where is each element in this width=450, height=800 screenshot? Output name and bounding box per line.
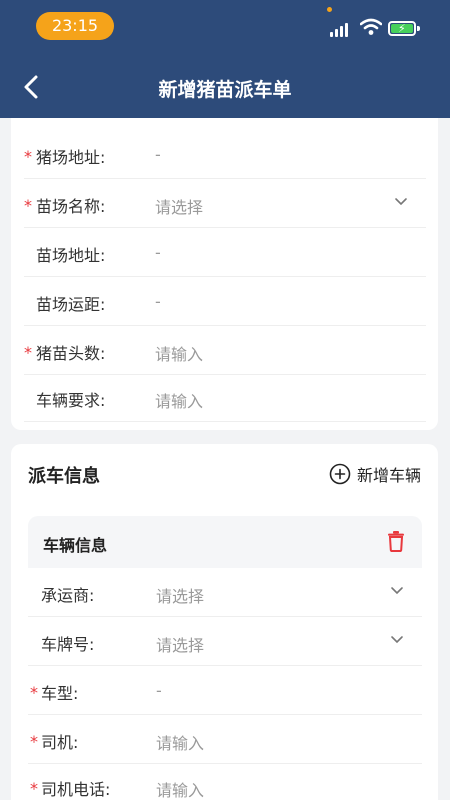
form-row-nursery-distance: 苗场运距: -	[24, 277, 426, 326]
trash-icon[interactable]	[387, 530, 405, 552]
order-form-card: * 猪场地址: - * 苗场名称: 请选择 苗场地址: - 苗场运距: - * …	[11, 118, 438, 430]
status-time: 23:15	[36, 12, 114, 40]
required-mark: *	[24, 196, 32, 215]
carrier-select[interactable]: 请选择	[156, 583, 204, 607]
field-label: 司机:	[41, 733, 79, 752]
field-label: 车牌号:	[41, 635, 95, 654]
field-label: 司机电话:	[41, 780, 111, 799]
field-label: 苗场运距:	[36, 295, 106, 314]
form-row-nursery-address: 苗场地址: -	[24, 228, 426, 277]
chevron-down-icon[interactable]	[390, 635, 404, 645]
form-row-pig-farm-address: * 猪场地址: -	[24, 130, 426, 179]
form-row-piglet-count[interactable]: * 猪苗头数: 请输入	[24, 326, 426, 375]
vehicle-info-title: 车辆信息	[43, 536, 108, 555]
add-vehicle-label: 新增车辆	[356, 466, 421, 485]
vehicle-requirement-input[interactable]: 请输入	[155, 388, 203, 412]
required-mark: *	[30, 683, 38, 702]
required-mark: *	[24, 343, 32, 362]
vehicle-row-model: * 车型: -	[28, 666, 422, 715]
vehicle-info-header: 车辆信息	[28, 516, 422, 568]
form-row-nursery-name[interactable]: * 苗场名称: 请选择	[24, 179, 426, 228]
piglet-count-input[interactable]: 请输入	[155, 341, 203, 365]
vehicle-row-driver-phone[interactable]: * 司机电话: 请输入	[28, 762, 422, 800]
battery-icon: ⚡	[388, 21, 416, 36]
wifi-icon	[360, 18, 382, 35]
field-label: 苗场名称:	[36, 197, 106, 216]
status-indicator-dot	[327, 7, 332, 12]
plus-circle-icon	[329, 463, 351, 485]
add-vehicle-button[interactable]: 新增车辆	[329, 462, 421, 486]
dispatch-card: 派车信息 新增车辆 车辆信息 承运商: 请选择 车牌号: 请选择 * 车型: -	[11, 444, 438, 800]
nursery-name-select[interactable]: 请选择	[155, 194, 203, 218]
required-mark: *	[24, 147, 32, 166]
cellular-signal-icon	[330, 21, 352, 37]
field-label: 猪苗头数:	[36, 344, 106, 363]
field-label: 猪场地址:	[36, 148, 106, 167]
nav-header: 23:15 ⚡ 新增猪苗派车单	[0, 0, 450, 118]
required-mark: *	[30, 779, 38, 798]
vehicle-row-plate-number[interactable]: 车牌号: 请选择	[28, 617, 422, 666]
driver-phone-input[interactable]: 请输入	[156, 777, 204, 800]
field-value: -	[156, 681, 162, 700]
page-title: 新增猪苗派车单	[158, 79, 292, 101]
section-title: 派车信息	[28, 466, 100, 487]
required-mark: *	[30, 732, 38, 751]
field-value: -	[155, 243, 161, 262]
battery-tip	[417, 26, 420, 31]
field-value: -	[155, 145, 161, 164]
field-label: 苗场地址:	[36, 246, 106, 265]
field-value: -	[155, 292, 161, 311]
field-label: 车型:	[41, 684, 79, 703]
vehicle-row-driver[interactable]: * 司机: 请输入	[28, 715, 422, 764]
driver-input[interactable]: 请输入	[156, 730, 204, 754]
chevron-down-icon[interactable]	[394, 197, 408, 207]
plate-number-select[interactable]: 请选择	[156, 632, 204, 656]
field-label: 承运商:	[41, 586, 95, 605]
chevron-down-icon[interactable]	[390, 586, 404, 596]
form-row-vehicle-requirement[interactable]: 车辆要求: 请输入	[24, 373, 426, 422]
vehicle-row-carrier[interactable]: 承运商: 请选择	[28, 568, 422, 617]
field-label: 车辆要求:	[36, 391, 106, 410]
